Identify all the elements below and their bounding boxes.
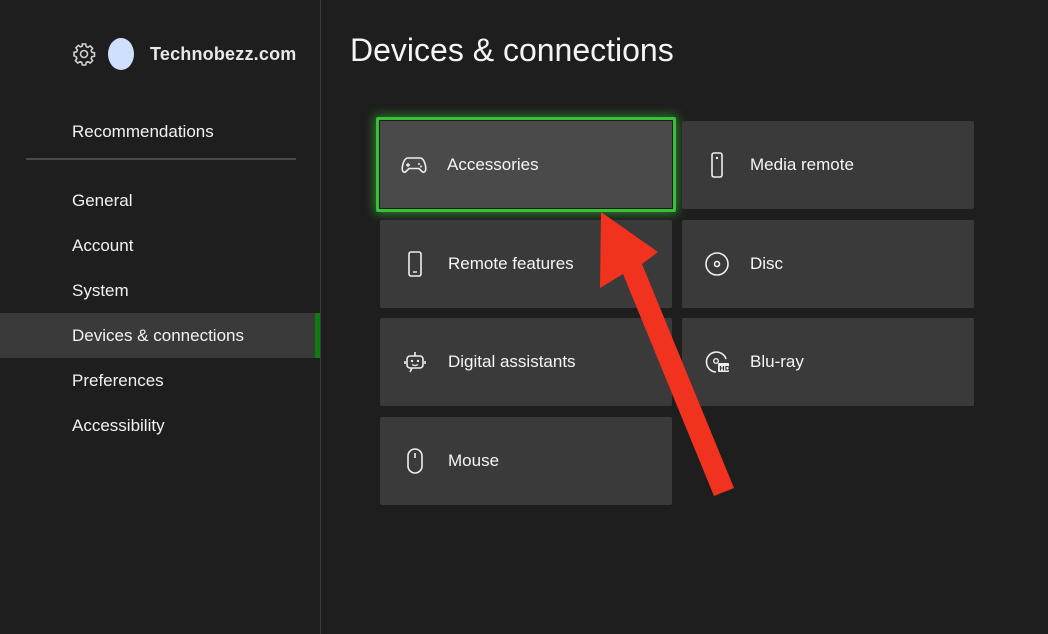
sidebar-divider — [26, 158, 296, 160]
tile-disc[interactable]: Disc — [682, 220, 974, 308]
tile-label: Blu-ray — [750, 352, 804, 371]
remote-icon — [704, 152, 730, 178]
tile-mouse[interactable]: Mouse — [380, 417, 672, 505]
gamepad-icon — [401, 152, 427, 178]
page-title: Devices & connections — [350, 32, 674, 68]
sidebar-border — [320, 0, 321, 634]
tile-media-remote[interactable]: Media remote — [682, 121, 974, 209]
sidebar: Technobezz.com Recommendations General A… — [0, 0, 320, 634]
tile-label: Remote features — [448, 254, 574, 273]
bluray-icon: HD — [704, 349, 730, 375]
sidebar-item-preferences[interactable]: Preferences — [0, 358, 320, 403]
sidebar-item-general[interactable]: General — [0, 178, 320, 223]
phone-icon — [402, 251, 428, 277]
sidebar-item-recommendations[interactable]: Recommendations — [72, 122, 214, 142]
tile-accessories[interactable]: Accessories — [376, 117, 676, 212]
avatar[interactable] — [108, 38, 134, 70]
tile-label: Accessories — [447, 154, 539, 174]
tile-label: Digital assistants — [448, 352, 576, 371]
tile-label: Disc — [750, 254, 784, 273]
brand-label: Technobezz.com — [150, 43, 297, 64]
tile-blu-ray[interactable]: HD Blu-ray — [682, 318, 974, 406]
tile-label: Media remote — [750, 155, 854, 174]
sidebar-item-accessibility[interactable]: Accessibility — [0, 403, 320, 448]
sidebar-item-system[interactable]: System — [0, 268, 320, 313]
sidebar-nav: General Account System Devices & connect… — [0, 178, 320, 448]
tile-remote-features[interactable]: Remote features — [380, 220, 672, 308]
tile-label: Mouse — [448, 451, 500, 470]
sidebar-item-account[interactable]: Account — [0, 223, 320, 268]
profile-header: Technobezz.com — [72, 36, 296, 72]
sidebar-item-devices-connections[interactable]: Devices & connections — [0, 313, 320, 358]
tile-digital-assistants[interactable]: Digital assistants — [380, 318, 672, 406]
disc-icon — [704, 251, 730, 277]
gear-icon[interactable] — [72, 42, 96, 66]
mouse-icon — [402, 448, 428, 474]
svg-text:HD: HD — [719, 364, 730, 372]
assistant-icon — [402, 349, 428, 375]
